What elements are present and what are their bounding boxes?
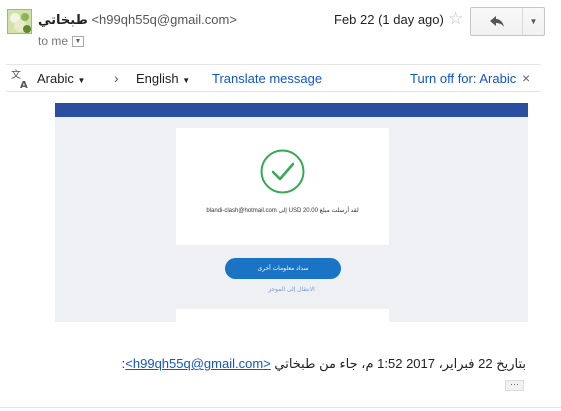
source-language-label: Arabic <box>37 71 74 86</box>
target-language-select[interactable]: English ▼ <box>136 71 190 86</box>
confirmation-card: لقد أرسلت مبلغ 20.00 USD إلى blandi-clas… <box>176 128 389 245</box>
embed-link[interactable]: الانتقال إلى الموجز <box>55 286 528 293</box>
chevron-right-icon: › <box>114 70 119 86</box>
recipient-line: to me ▼ <box>38 34 85 48</box>
embed-header-bar <box>55 103 528 117</box>
check-icon <box>260 149 305 194</box>
quoted-header-prefix: بتاريخ 22 فبراير، 2017 1:52 م، جاء من طب… <box>270 356 526 371</box>
translate-icon: 文 A <box>11 68 28 90</box>
message-date: Feb 22 (1 day ago) <box>334 12 444 27</box>
embed-bottom-card <box>176 309 389 322</box>
sender-name[interactable]: طبخاتي <box>38 12 88 27</box>
chevron-down-icon: ▼ <box>529 17 538 26</box>
sender-email: <h99qh55q@gmail.com> <box>91 12 237 27</box>
show-trimmed-content-button[interactable]: ··· <box>505 380 524 391</box>
divider <box>0 407 561 408</box>
reply-icon <box>489 16 504 27</box>
turn-off-translation-link[interactable]: Turn off for: Arabic <box>410 71 516 86</box>
sender: طبخاتي <h99qh55q@gmail.com> <box>38 12 237 28</box>
reply-button-group: ▼ <box>470 7 545 36</box>
recipient-label: to me <box>38 34 69 48</box>
quoted-header: بتاريخ 22 فبراير، 2017 1:52 م، جاء من طب… <box>122 356 526 372</box>
embed-action-button[interactable]: سداد معلومات أخرى <box>225 258 341 279</box>
chevron-down-icon: ▼ <box>77 76 86 85</box>
star-icon[interactable]: ☆ <box>448 9 463 29</box>
embedded-email-image: لقد أرسلت مبلغ 20.00 USD إلى blandi-clas… <box>55 103 528 322</box>
recipient-details-button[interactable]: ▼ <box>72 35 85 47</box>
avatar[interactable] <box>7 9 32 34</box>
confirmation-text: لقد أرسلت مبلغ 20.00 USD إلى blandi-clas… <box>206 208 359 214</box>
translate-bar: 文 A Arabic ▼ › English ▼ Translate messa… <box>6 64 541 92</box>
target-language-label: English <box>136 71 179 86</box>
quoted-email-link[interactable]: <h99qh55q@gmail.com> <box>125 356 270 371</box>
source-language-select[interactable]: Arabic ▼ <box>37 71 85 86</box>
svg-text:A: A <box>20 80 28 90</box>
chevron-down-icon: ▼ <box>182 76 191 85</box>
reply-button[interactable] <box>471 8 523 35</box>
close-icon[interactable]: × <box>522 70 530 86</box>
translate-message-link[interactable]: Translate message <box>212 71 322 86</box>
more-actions-button[interactable]: ▼ <box>523 8 544 35</box>
